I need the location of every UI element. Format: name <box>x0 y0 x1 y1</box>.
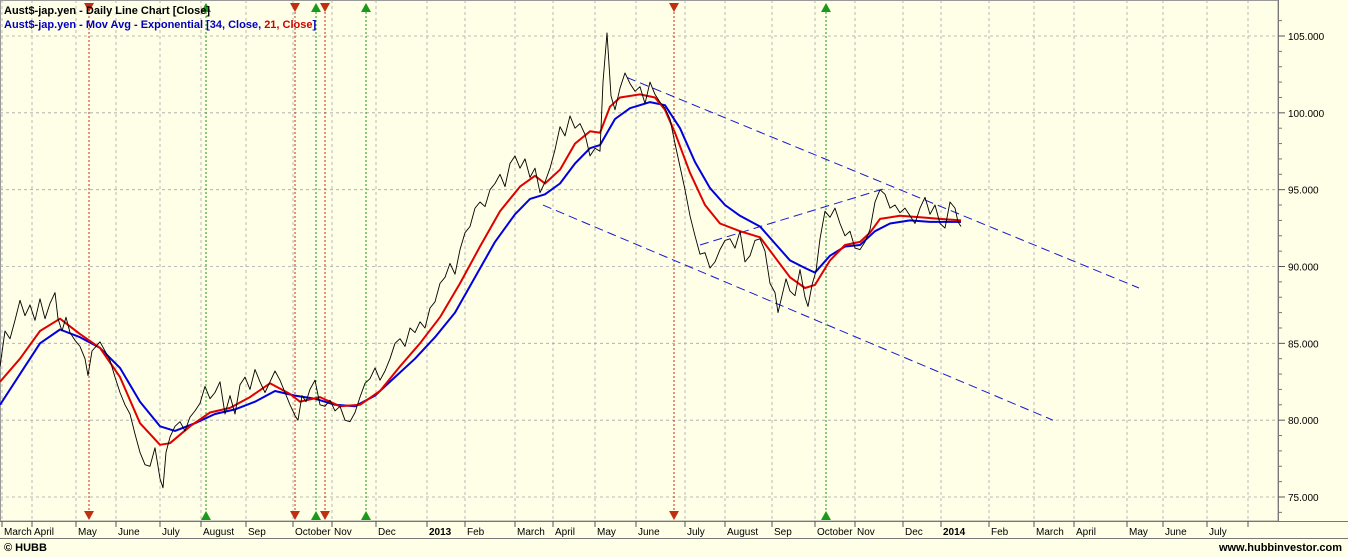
x-tick-label: 2014 <box>943 527 966 538</box>
trend-channel-line <box>699 187 887 246</box>
x-tick-label: June <box>1165 527 1187 538</box>
sell-signal-bottom-marker <box>320 511 330 520</box>
x-tick-label: March <box>4 527 32 538</box>
x-tick-label: Nov <box>334 527 352 538</box>
x-tick-label: Sep <box>774 527 792 538</box>
buy-signal-bottom-marker <box>201 511 211 520</box>
sell-signal-bottom-marker <box>669 511 679 520</box>
y-axis-panel <box>1278 0 1348 521</box>
x-tick-label: March <box>517 527 545 538</box>
x-tick-label: July <box>162 527 180 538</box>
x-tick-label: August <box>203 527 234 538</box>
indicator-title-prefix: Aust$-jap.yen - Mov Avg - Exponential [3… <box>4 19 265 31</box>
x-tick-label: Feb <box>991 527 1009 538</box>
y-tick-label: 90.000 <box>1288 263 1319 274</box>
x-tick-label: Dec <box>378 527 396 538</box>
x-tick-label: Sep <box>248 527 266 538</box>
buy-signal-top-marker <box>361 3 371 12</box>
x-tick-label: July <box>687 527 705 538</box>
x-tick-label: April <box>1076 527 1096 538</box>
x-tick-label: May <box>597 527 616 538</box>
x-tick-label: August <box>727 527 758 538</box>
indicator-title-ema21: 21, Close <box>264 19 313 31</box>
buy-signal-bottom-marker <box>311 511 321 520</box>
website-label: www.hubbinvestor.com <box>1218 542 1342 554</box>
x-tick-label: June <box>118 527 140 538</box>
x-tick-label: June <box>638 527 660 538</box>
x-tick-label: October <box>817 527 853 538</box>
trend-channel-line <box>542 204 1054 421</box>
chart-svg: 105.000 100.000 95.000 90.000 85.000 80.000 75… <box>0 0 1348 539</box>
x-tick-label: Nov <box>857 527 875 538</box>
y-tick-label: 85.000 <box>1288 339 1319 350</box>
x-tick-label: April <box>34 527 54 538</box>
y-tick-label: 105.000 <box>1288 32 1325 43</box>
chart-frame: 105.000 100.000 95.000 90.000 85.000 80.000 75… <box>0 0 1348 557</box>
trend-channel-line <box>626 77 1140 289</box>
sell-signal-bottom-marker <box>84 511 94 520</box>
copyright-label: © HUBB <box>4 542 47 554</box>
indicator-title-suffix: ] <box>312 19 317 31</box>
buy-signal-top-marker <box>821 3 831 12</box>
chart-title-block: Aust$-jap.yen - Daily Line Chart [Close]… <box>4 4 316 32</box>
x-tick-label: July <box>1209 527 1227 538</box>
x-tick-label: 2013 <box>429 527 452 538</box>
sell-signal-top-marker <box>320 3 330 12</box>
plot-border <box>0 0 1279 522</box>
buy-signal-bottom-marker <box>821 511 831 520</box>
sell-signal-top-marker <box>669 3 679 12</box>
x-tick-label: May <box>78 527 97 538</box>
chart-title: Aust$-jap.yen - Daily Line Chart [Close] <box>4 5 210 17</box>
sell-signal-bottom-marker <box>290 511 300 520</box>
buy-signal-bottom-marker <box>361 511 371 520</box>
y-tick-label: 95.000 <box>1288 186 1319 197</box>
indicator-title: Aust$-jap.yen - Mov Avg - Exponential [3… <box>4 18 316 32</box>
price-line <box>0 32 962 489</box>
x-tick-label: Dec <box>905 527 923 538</box>
y-tick-label: 100.000 <box>1288 109 1325 120</box>
y-tick-label: 75.000 <box>1288 493 1319 504</box>
x-tick-label: April <box>555 527 575 538</box>
x-tick-label: May <box>1129 527 1148 538</box>
x-tick-label: October <box>295 527 331 538</box>
x-tick-label: Feb <box>467 527 485 538</box>
y-tick-label: 80.000 <box>1288 416 1319 427</box>
x-tick-label: March <box>1036 527 1064 538</box>
